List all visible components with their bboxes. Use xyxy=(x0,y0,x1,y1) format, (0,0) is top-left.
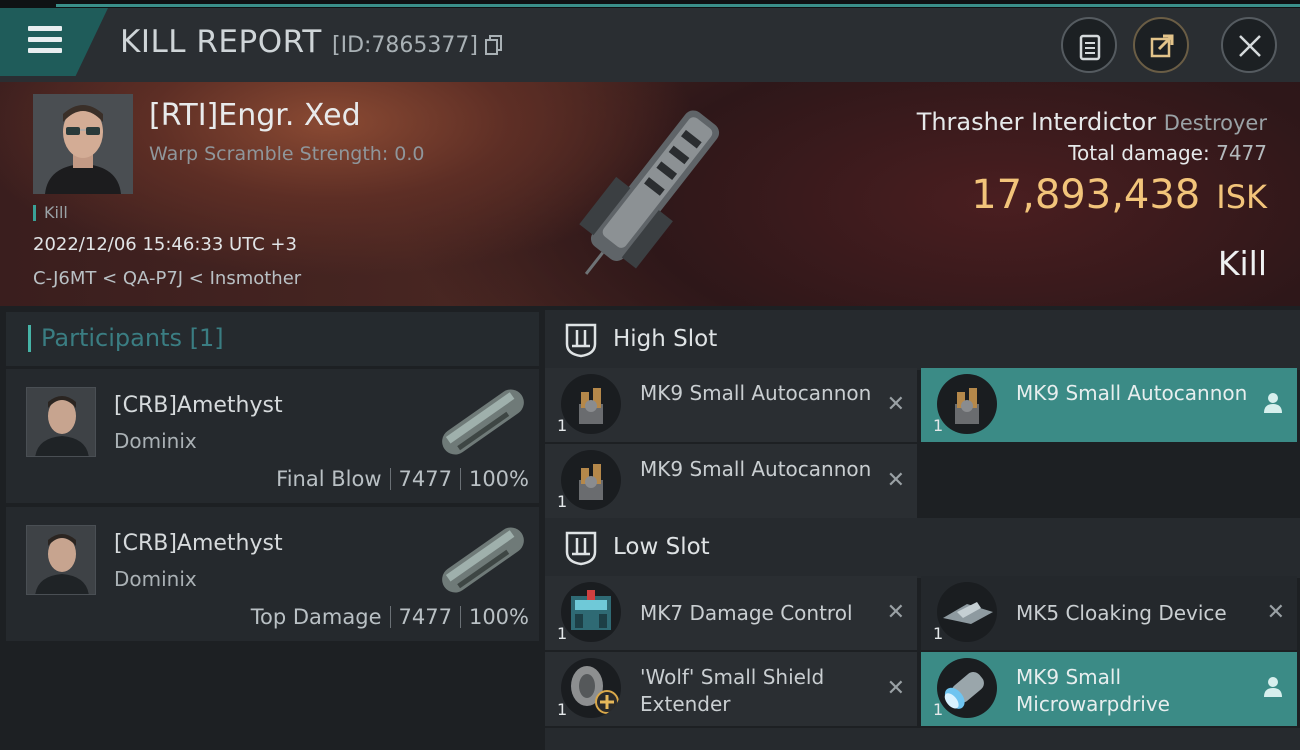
module-item[interactable]: 1 MK9 Small Autocannon xyxy=(921,368,1297,442)
module-quantity: 1 xyxy=(557,416,568,435)
mid-slot-header-partial xyxy=(545,728,1300,750)
participant-stats: Final Blow 7477 100% xyxy=(276,467,529,491)
module-quantity: 1 xyxy=(933,624,944,643)
hamburger-menu-icon[interactable] xyxy=(28,26,62,54)
module-item[interactable]: 1 MK9 Small Autocannon ✕ xyxy=(545,368,917,442)
dropped-person-icon xyxy=(1264,393,1282,413)
result-label: Kill xyxy=(1217,244,1267,283)
autocannon-icon xyxy=(561,450,621,510)
total-damage-label: Total damage: xyxy=(1068,141,1210,165)
total-damage-value: 7477 xyxy=(1216,141,1267,165)
ship-class: Destroyer xyxy=(1163,111,1267,135)
participant-damage: 7477 xyxy=(398,605,452,629)
participants-title: Participants [1] xyxy=(41,324,224,352)
page-title: KILL REPORT xyxy=(120,24,322,60)
module-item[interactable]: 1 MK5 Cloaking Device ✕ xyxy=(921,576,1297,650)
participants-header: Participants [1] xyxy=(6,312,539,366)
participant-name: [CRB]Amethyst xyxy=(114,531,283,556)
kill-report-window: KILL REPORT [ID:7865377] [RTI]Engr. Xed … xyxy=(0,0,1300,750)
participant-damage: 7477 xyxy=(398,467,452,491)
destroyed-icon: ✕ xyxy=(1266,600,1285,625)
shield-extender-icon xyxy=(561,658,621,718)
cloaking-device-icon xyxy=(937,582,997,642)
share-button[interactable] xyxy=(1133,17,1189,73)
share-icon xyxy=(1150,34,1174,58)
high-slot-icon xyxy=(565,323,597,358)
isk-value: 17,893,438 ISK xyxy=(971,172,1267,218)
low-slot-header: Low Slot xyxy=(545,518,1300,578)
report-id: [ID:7865377] xyxy=(332,33,478,58)
module-quantity: 1 xyxy=(933,416,944,435)
module-name: MK9 Small Autocannon xyxy=(640,457,872,481)
module-item[interactable]: 1 MK7 Damage Control ✕ xyxy=(545,576,917,650)
total-damage: Total damage: 7477 xyxy=(1068,141,1267,165)
top-accent-line xyxy=(0,0,1300,8)
ship-type: Thrasher Interdictor xyxy=(916,108,1157,136)
participant-ship: Dominix xyxy=(114,429,197,453)
kill-tag: Kill xyxy=(33,205,68,221)
destroyed-icon: ✕ xyxy=(886,392,905,417)
warp-scramble-strength: Warp Scramble Strength: 0.0 xyxy=(149,143,425,165)
microwarpdrive-icon xyxy=(937,658,997,718)
participant-role: Final Blow xyxy=(276,467,382,491)
high-slot-header: High Slot xyxy=(545,310,1300,370)
close-icon xyxy=(1239,35,1261,57)
participant-percent: 100% xyxy=(468,467,529,491)
participant-ship-image[interactable] xyxy=(428,377,538,467)
module-quantity: 1 xyxy=(933,700,944,719)
victim-ship-name[interactable]: Thrasher Interdictor Destroyer xyxy=(917,108,1267,136)
kill-datetime: 2022/12/06 15:46:33 UTC +3 xyxy=(33,234,297,255)
victim-ship-image[interactable] xyxy=(545,92,755,302)
close-button[interactable] xyxy=(1221,17,1277,73)
participant-row[interactable]: [CRB]Amethyst Dominix Final Blow 7477 100% xyxy=(6,369,539,503)
victim-portrait[interactable] xyxy=(33,94,133,194)
module-name: 'Wolf' Small Shield Extender xyxy=(640,665,825,716)
module-name: MK9 Small Microwarpdrive xyxy=(1016,665,1170,716)
participant-portrait[interactable] xyxy=(26,387,96,457)
isk-unit: ISK xyxy=(1216,178,1267,216)
clipboard-button[interactable] xyxy=(1061,17,1117,73)
participant-row[interactable]: [CRB]Amethyst Dominix Top Damage 7477 100% xyxy=(6,507,539,641)
participant-role: Top Damage xyxy=(250,605,382,629)
clipboard-icon xyxy=(1079,34,1101,61)
copy-icon[interactable] xyxy=(485,35,503,55)
isk-amount: 17,893,438 xyxy=(971,172,1201,218)
participant-percent: 100% xyxy=(468,605,529,629)
module-item[interactable]: 1 'Wolf' Small Shield Extender ✕ xyxy=(545,652,917,726)
module-item[interactable]: 1 MK9 Small Microwarpdrive xyxy=(921,652,1297,726)
module-name: MK9 Small Autocannon xyxy=(1016,381,1248,405)
module-quantity: 1 xyxy=(557,700,568,719)
low-slot-icon xyxy=(565,531,597,566)
module-quantity: 1 xyxy=(557,624,568,643)
destroyed-icon: ✕ xyxy=(886,468,905,493)
dropped-person-icon xyxy=(1264,677,1282,697)
destroyed-icon: ✕ xyxy=(886,600,905,625)
participant-ship-image[interactable] xyxy=(428,515,538,605)
autocannon-icon xyxy=(937,374,997,434)
low-slot-label: Low Slot xyxy=(613,534,710,560)
module-name: MK5 Cloaking Device xyxy=(1016,601,1227,625)
autocannon-icon xyxy=(561,374,621,434)
module-name: MK9 Small Autocannon xyxy=(640,381,872,405)
destroyed-icon: ✕ xyxy=(886,676,905,701)
damage-control-icon xyxy=(561,582,621,642)
participant-name: [CRB]Amethyst xyxy=(114,393,283,418)
module-name: MK7 Damage Control xyxy=(640,601,853,625)
victim-name[interactable]: [RTI]Engr. Xed xyxy=(149,98,361,133)
participant-portrait[interactable] xyxy=(26,525,96,595)
participant-stats: Top Damage 7477 100% xyxy=(251,605,529,629)
high-slot-label: High Slot xyxy=(613,326,718,352)
module-quantity: 1 xyxy=(557,492,568,511)
participant-ship: Dominix xyxy=(114,567,197,591)
module-item[interactable]: 1 MK9 Small Autocannon ✕ xyxy=(545,444,917,518)
kill-location[interactable]: C-J6MT < QA-P7J < Insmother xyxy=(33,268,301,289)
